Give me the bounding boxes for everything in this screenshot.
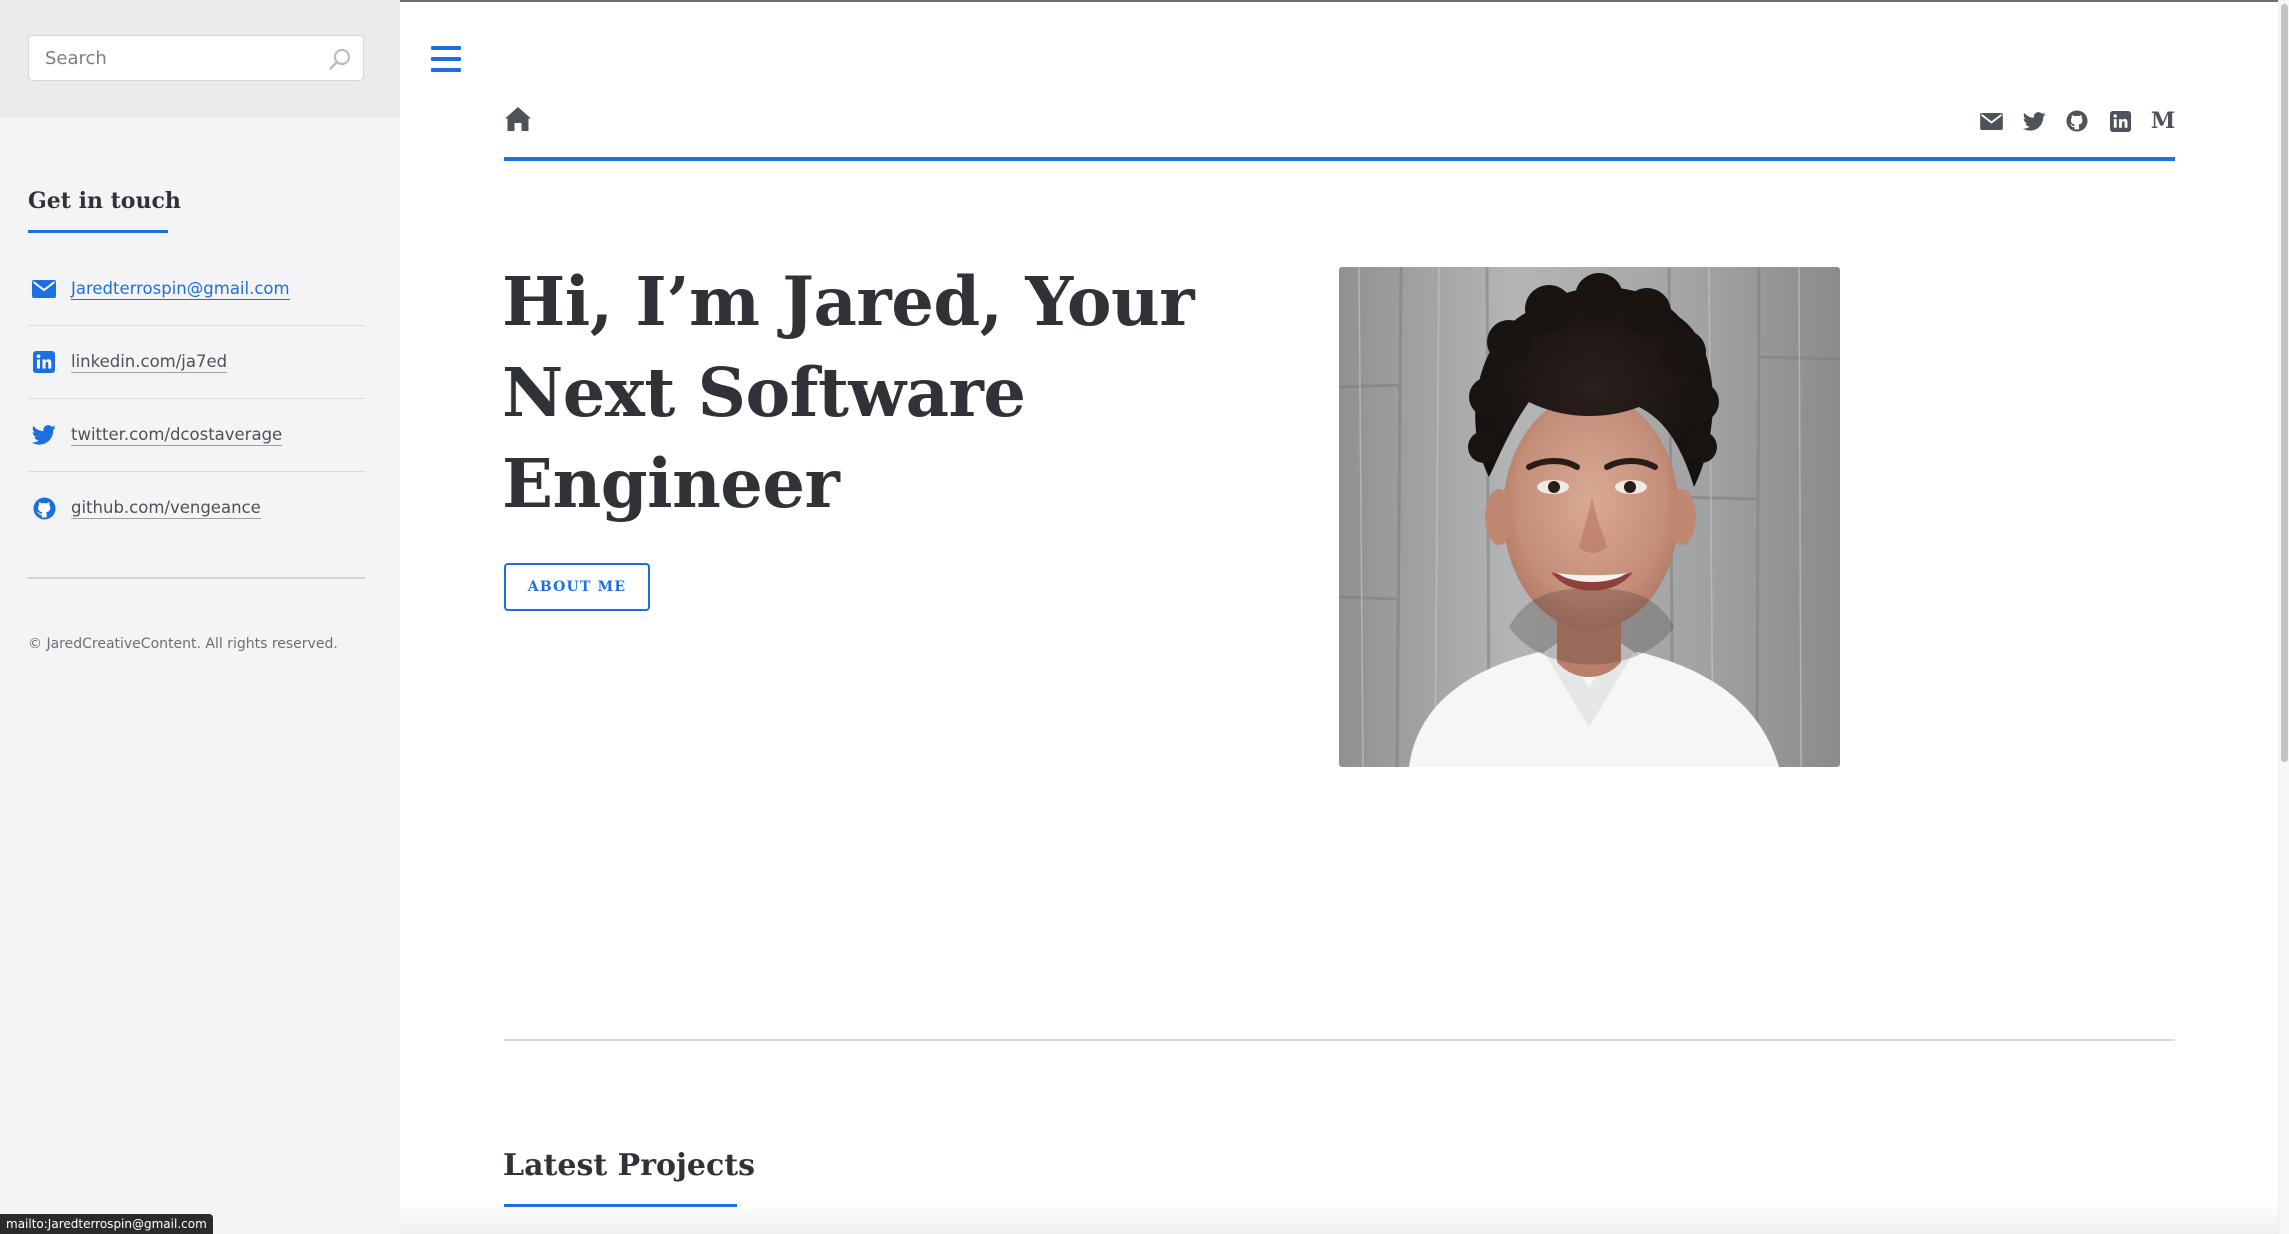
- about-me-button[interactable]: ABOUT ME: [504, 563, 650, 611]
- portrait-photo: [1339, 267, 1840, 767]
- sidebar-divider: [28, 577, 365, 579]
- search-icon[interactable]: [327, 46, 353, 72]
- get-in-touch-heading: Get in touch: [28, 188, 181, 214]
- copyright-text: © JaredCreativeContent. All rights reser…: [28, 636, 338, 652]
- search-box[interactable]: [28, 35, 364, 81]
- heading-underline: [28, 230, 168, 233]
- contact-item-github: github.com/vengeance: [28, 472, 365, 544]
- medium-icon[interactable]: M: [2151, 109, 2175, 133]
- contact-github-link[interactable]: github.com/vengeance: [71, 498, 261, 519]
- linkedin-icon: [32, 350, 56, 374]
- status-bar-url: mailto:Jaredterrospin@gmail.com: [0, 1214, 213, 1234]
- envelope-icon[interactable]: [1979, 109, 2003, 133]
- search-input[interactable]: [45, 36, 315, 80]
- latest-projects-heading: Latest Projects: [503, 1148, 755, 1183]
- home-icon[interactable]: [504, 106, 532, 132]
- header-accent-rule: [504, 157, 2175, 161]
- contact-twitter-link[interactable]: twitter.com/dcostaverage: [71, 425, 283, 446]
- bottom-fade: [400, 1202, 2289, 1234]
- hamburger-menu-icon[interactable]: [431, 46, 461, 72]
- envelope-icon: [32, 277, 56, 301]
- github-icon: [32, 496, 56, 520]
- sidebar: Get in touch Jaredterrospin@gmail.com: [0, 0, 400, 1234]
- twitter-icon[interactable]: [2022, 109, 2046, 133]
- github-icon[interactable]: [2065, 109, 2089, 133]
- search-area: [0, 0, 400, 118]
- contact-item-twitter: twitter.com/dcostaverage: [28, 399, 365, 472]
- contact-linkedin-link[interactable]: linkedin.com/ja7ed: [71, 352, 228, 373]
- scrollbar-thumb[interactable]: [2281, 4, 2288, 762]
- social-links-bar: M: [1960, 109, 2175, 133]
- hero-title: Hi, I’m Jared, Your Next Software Engine…: [502, 262, 1195, 523]
- contact-list: Jaredterrospin@gmail.com linkedin.com/ja…: [28, 253, 365, 544]
- contact-email-link[interactable]: Jaredterrospin@gmail.com: [71, 279, 290, 300]
- section-divider: [504, 1039, 2175, 1041]
- contact-item-linkedin: linkedin.com/ja7ed: [28, 326, 365, 399]
- contact-item-email: Jaredterrospin@gmail.com: [28, 253, 365, 326]
- twitter-icon: [32, 423, 56, 447]
- linkedin-icon[interactable]: [2108, 109, 2132, 133]
